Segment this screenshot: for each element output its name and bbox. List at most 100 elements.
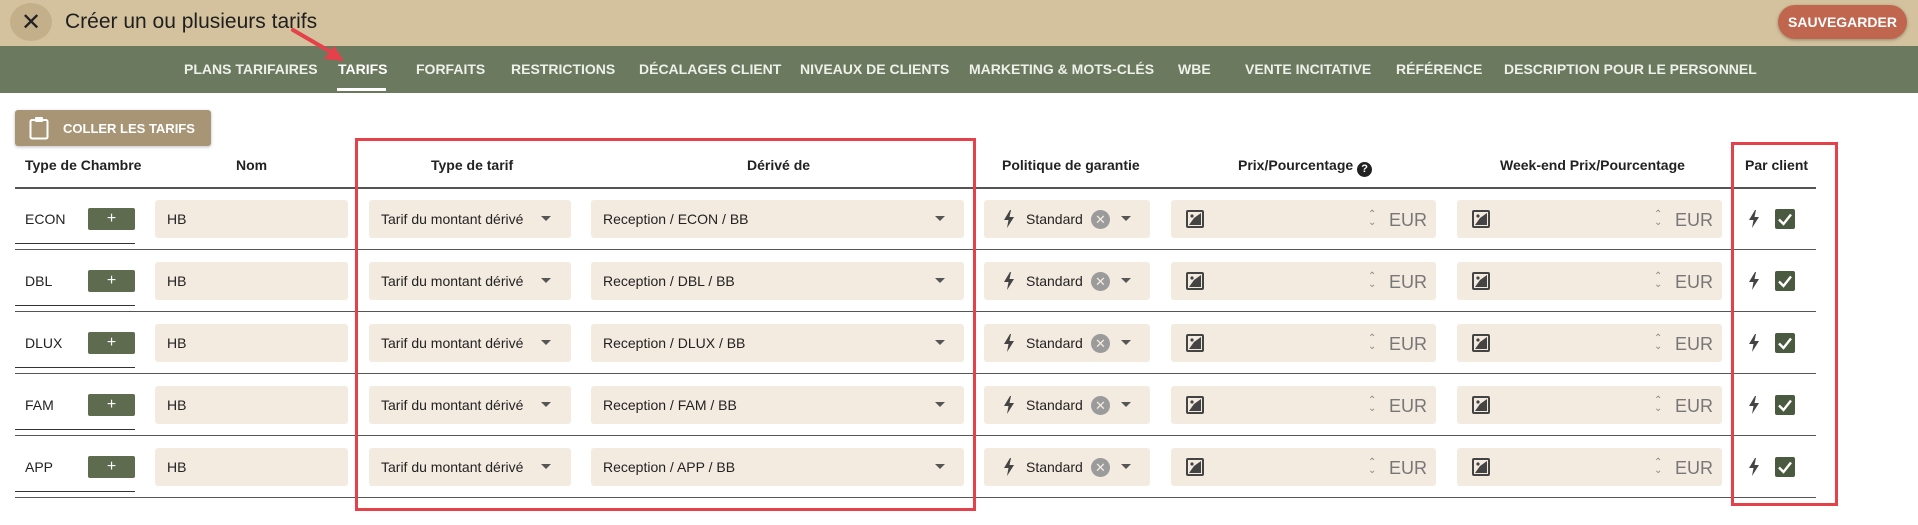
image-icon xyxy=(1186,334,1204,357)
tab-reference[interactable]: RÉFÉRENCE xyxy=(1396,61,1482,77)
name-input[interactable]: HB xyxy=(155,448,348,486)
name-input[interactable]: HB xyxy=(155,324,348,362)
annotation-arrow-icon xyxy=(291,28,344,61)
room-type-underline xyxy=(15,305,135,306)
room-type-underline xyxy=(15,367,135,368)
price-currency: EUR xyxy=(1389,396,1428,416)
price-input[interactable]: ⌃ ⌄ EUR xyxy=(1171,448,1436,486)
highlight-box-rate-type xyxy=(355,138,976,511)
room-type-code: DLUX xyxy=(25,335,63,351)
guarantee-policy-value: Standard xyxy=(1026,211,1083,227)
lightning-icon xyxy=(1003,458,1015,481)
room-type-code: FAM xyxy=(25,397,54,413)
image-icon xyxy=(1186,210,1204,233)
price-input[interactable]: ⌃ ⌄ EUR xyxy=(1171,386,1436,424)
room-type-underline xyxy=(15,243,135,244)
guarantee-policy-select[interactable]: Standard ✕ xyxy=(984,324,1150,362)
room-type-code: APP xyxy=(25,459,54,475)
price-currency: EUR xyxy=(1389,334,1428,354)
header-room-type: Type de Chambre xyxy=(25,157,142,173)
stepper-icon[interactable]: ⌃ ⌄ xyxy=(1654,272,1662,290)
add-room-button[interactable]: + xyxy=(88,456,135,478)
clear-icon[interactable]: ✕ xyxy=(1091,458,1110,477)
chevron-down-icon xyxy=(1121,216,1131,221)
guarantee-policy-value: Standard xyxy=(1026,335,1083,351)
image-icon xyxy=(1472,458,1490,481)
add-room-button[interactable]: + xyxy=(88,208,135,230)
tab-description-personnel[interactable]: DESCRIPTION POUR LE PERSONNEL xyxy=(1504,61,1757,77)
weekend-price-input[interactable]: ⌃ ⌄ EUR xyxy=(1457,448,1722,486)
clear-icon[interactable]: ✕ xyxy=(1091,334,1110,353)
image-icon xyxy=(1186,272,1204,295)
name-value: HB xyxy=(167,273,187,289)
guarantee-policy-value: Standard xyxy=(1026,459,1083,475)
clear-icon[interactable]: ✕ xyxy=(1091,272,1110,291)
clear-icon[interactable]: ✕ xyxy=(1091,396,1110,415)
add-room-button[interactable]: + xyxy=(88,332,135,354)
guarantee-policy-select[interactable]: Standard ✕ xyxy=(984,386,1150,424)
tab-wbe[interactable]: WBE xyxy=(1178,61,1211,77)
price-input[interactable]: ⌃ ⌄ EUR xyxy=(1171,324,1436,362)
stepper-icon[interactable]: ⌃ ⌄ xyxy=(1654,458,1662,476)
weekend-price-input[interactable]: ⌃ ⌄ EUR xyxy=(1457,262,1722,300)
price-input[interactable]: ⌃ ⌄ EUR xyxy=(1171,200,1436,238)
header-guarantee-policy: Politique de garantie xyxy=(1002,157,1140,173)
weekend-price-input[interactable]: ⌃ ⌄ EUR xyxy=(1457,324,1722,362)
lightning-icon xyxy=(1003,210,1015,233)
price-currency: EUR xyxy=(1389,210,1428,230)
image-icon xyxy=(1186,396,1204,419)
close-button[interactable]: ✕ xyxy=(10,3,52,41)
add-room-button[interactable]: + xyxy=(88,394,135,416)
name-value: HB xyxy=(167,335,187,351)
tab-niveaux-de-clients[interactable]: NIVEAUX DE CLIENTS xyxy=(800,61,949,77)
price-currency: EUR xyxy=(1389,272,1428,292)
weekend-price-input[interactable]: ⌃ ⌄ EUR xyxy=(1457,386,1722,424)
stepper-icon[interactable]: ⌃ ⌄ xyxy=(1654,210,1662,228)
weekend-price-input[interactable]: ⌃ ⌄ EUR xyxy=(1457,200,1722,238)
room-type-underline xyxy=(15,429,135,430)
chevron-down-icon xyxy=(1121,340,1131,345)
chevron-down-icon xyxy=(1121,278,1131,283)
weekend-price-currency: EUR xyxy=(1675,210,1714,230)
tab-vente-incitative[interactable]: VENTE INCITATIVE xyxy=(1245,61,1371,77)
clear-icon[interactable]: ✕ xyxy=(1091,210,1110,229)
guarantee-policy-value: Standard xyxy=(1026,273,1083,289)
tab-decalages-client[interactable]: DÉCALAGES CLIENT xyxy=(639,61,781,77)
image-icon xyxy=(1472,396,1490,419)
stepper-icon[interactable]: ⌃ ⌄ xyxy=(1368,272,1376,290)
weekend-price-currency: EUR xyxy=(1675,396,1714,416)
guarantee-policy-select[interactable]: Standard ✕ xyxy=(984,448,1150,486)
lightning-icon xyxy=(1003,272,1015,295)
tab-forfaits[interactable]: FORFAITS xyxy=(416,61,485,77)
guarantee-policy-select[interactable]: Standard ✕ xyxy=(984,262,1150,300)
name-input[interactable]: HB xyxy=(155,200,348,238)
chevron-down-icon xyxy=(1121,402,1131,407)
room-type-code: ECON xyxy=(25,211,66,227)
stepper-icon[interactable]: ⌃ ⌄ xyxy=(1368,458,1376,476)
name-value: HB xyxy=(167,459,187,475)
room-type-code: DBL xyxy=(25,273,53,289)
highlight-box-per-client xyxy=(1731,142,1838,506)
lightning-icon xyxy=(1003,334,1015,357)
tab-marketing-mots-cles[interactable]: MARKETING & MOTS-CLÉS xyxy=(969,61,1154,77)
stepper-icon[interactable]: ⌃ ⌄ xyxy=(1654,396,1662,414)
stepper-icon[interactable]: ⌃ ⌄ xyxy=(1368,210,1376,228)
stepper-icon[interactable]: ⌃ ⌄ xyxy=(1368,334,1376,352)
paste-rates-button[interactable]: COLLER LES TARIFS xyxy=(15,110,211,146)
name-value: HB xyxy=(167,397,187,413)
weekend-price-currency: EUR xyxy=(1675,458,1714,478)
help-icon[interactable]: ? xyxy=(1357,161,1373,177)
tab-restrictions[interactable]: RESTRICTIONS xyxy=(511,61,615,77)
name-input[interactable]: HB xyxy=(155,386,348,424)
add-room-button[interactable]: + xyxy=(88,270,135,292)
stepper-icon[interactable]: ⌃ ⌄ xyxy=(1654,334,1662,352)
header-price-label: Prix/Pourcentage xyxy=(1238,157,1354,173)
weekend-price-currency: EUR xyxy=(1675,272,1714,292)
save-button[interactable]: SAUVEGARDER xyxy=(1778,5,1907,39)
guarantee-policy-select[interactable]: Standard ✕ xyxy=(984,200,1150,238)
price-input[interactable]: ⌃ ⌄ EUR xyxy=(1171,262,1436,300)
name-input[interactable]: HB xyxy=(155,262,348,300)
stepper-icon[interactable]: ⌃ ⌄ xyxy=(1368,396,1376,414)
image-icon xyxy=(1472,272,1490,295)
image-icon xyxy=(1472,210,1490,233)
